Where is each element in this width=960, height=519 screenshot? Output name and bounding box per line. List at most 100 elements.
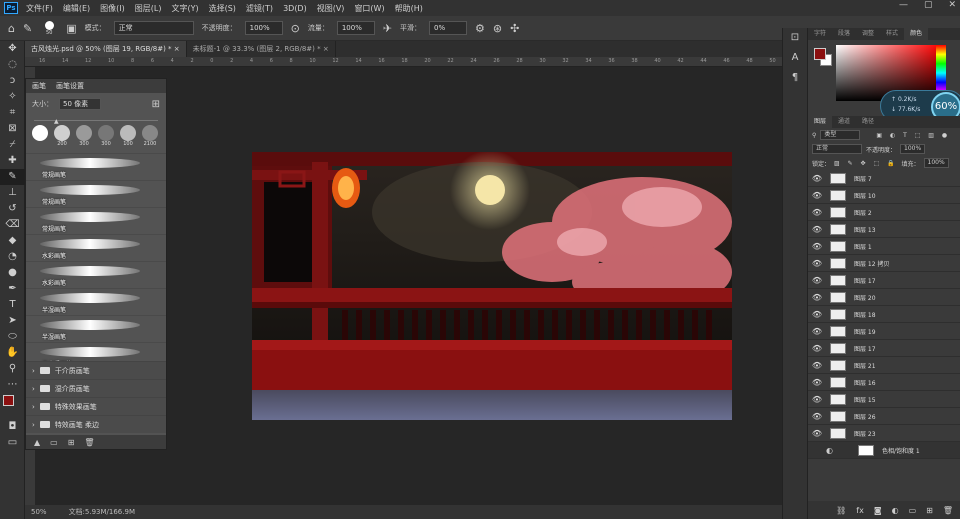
brush-settings-toggle-icon[interactable]: ▣ xyxy=(66,22,76,35)
visibility-eye-icon[interactable]: 👁 xyxy=(808,429,826,438)
pen-tool-icon[interactable]: ✒ xyxy=(0,281,25,297)
shape-tool-icon[interactable]: ⬭ xyxy=(0,329,25,345)
menu-3d[interactable]: 3D(D) xyxy=(283,4,307,13)
layer-opacity-field[interactable]: 100% xyxy=(900,144,926,154)
visibility-eye-icon[interactable]: 👁 xyxy=(808,191,826,200)
chevron-right-icon[interactable]: › xyxy=(32,421,35,429)
tab-document-2[interactable]: 未标题-1 @ 33.3% (图层 2, RGB/8#) * × xyxy=(186,41,336,57)
home-icon[interactable]: ⌂ xyxy=(8,22,15,35)
opacity-field[interactable]: 100% xyxy=(244,21,283,35)
eyedropper-tool-icon[interactable]: ⌿ xyxy=(0,137,25,153)
quick-select-tool-icon[interactable]: ✧ xyxy=(0,89,25,105)
tab-layers[interactable]: 图层 xyxy=(808,116,833,128)
visibility-eye-icon[interactable]: 👁 xyxy=(808,327,826,336)
tab-character[interactable]: 字符 xyxy=(808,28,832,40)
visibility-eye-icon[interactable]: 👁 xyxy=(808,259,826,268)
pressure-opacity-icon[interactable]: ⊙ xyxy=(291,22,300,35)
brush-preset[interactable]: 200 xyxy=(54,125,70,147)
new-brush-footer-icon[interactable]: ⊞ xyxy=(68,438,75,447)
menu-type[interactable]: 文字(Y) xyxy=(171,3,198,14)
tab-brushes[interactable]: 画笔 xyxy=(32,81,46,91)
visibility-eye-icon[interactable]: 👁 xyxy=(808,344,826,353)
menu-layer[interactable]: 图层(L) xyxy=(135,3,162,14)
brush-list-item[interactable]: 半湿画笔 xyxy=(26,288,166,315)
eraser-tool-icon[interactable]: ⌫ xyxy=(0,217,25,233)
brush-list-item[interactable]: 常规画笔 xyxy=(26,207,166,234)
lock-icons[interactable]: ▨ ✎ ✥ ⬚ 🔒 xyxy=(834,160,898,167)
layer-style-icon[interactable]: fx xyxy=(856,506,864,515)
delete-brush-icon[interactable]: 🗑 xyxy=(84,438,94,447)
layer-row[interactable]: 👁 图层 15 xyxy=(808,391,960,408)
link-layers-icon[interactable]: ⛓ xyxy=(836,506,846,515)
paragraph-panel-icon[interactable]: ¶ xyxy=(783,68,807,88)
menu-image[interactable]: 图像(I) xyxy=(100,3,125,14)
hand-tool-icon[interactable]: ✋ xyxy=(0,345,25,361)
tab-paragraph[interactable]: 段落 xyxy=(832,28,856,40)
quick-mask-icon[interactable]: ◘ xyxy=(0,419,25,435)
paint-bucket-tool-icon[interactable]: ◆ xyxy=(0,233,25,249)
more-tools-icon[interactable]: ⋯ xyxy=(0,377,25,393)
visibility-eye-icon[interactable]: 👁 xyxy=(808,293,826,302)
brush-tool-icon-active[interactable]: ✎ xyxy=(0,169,25,185)
menu-view[interactable]: 视图(V) xyxy=(317,3,345,14)
layer-row[interactable]: 👁 图层 16 xyxy=(808,374,960,391)
fill-field[interactable]: 100% xyxy=(923,158,949,168)
chevron-right-icon[interactable]: › xyxy=(32,385,35,393)
healing-tool-icon[interactable]: ✚ xyxy=(0,153,25,169)
layer-row[interactable]: 👁 图层 23 xyxy=(808,425,960,442)
layer-row[interactable]: 👁 图层 21 xyxy=(808,357,960,374)
visibility-eye-icon[interactable]: 👁 xyxy=(808,395,826,404)
blend-mode-select[interactable]: 正常 xyxy=(812,144,862,154)
brush-preset[interactable]: 2100 xyxy=(142,125,158,147)
visibility-eye-icon[interactable]: 👁 xyxy=(808,208,826,217)
brush-group[interactable]: › 干介质画笔 xyxy=(26,361,166,379)
layer-row[interactable]: 👁 图层 7 xyxy=(808,170,960,187)
brush-list-item[interactable]: 常规画笔 xyxy=(26,153,166,180)
brush-list-item[interactable]: 水彩画笔 xyxy=(26,234,166,261)
tab-styles[interactable]: 样式 xyxy=(880,28,904,40)
new-layer-icon[interactable]: ⊞ xyxy=(926,506,933,515)
brush-size-preset[interactable]: 50 xyxy=(40,20,58,36)
layer-row[interactable]: 👁 图层 17 xyxy=(808,272,960,289)
screen-mode-icon[interactable]: ▭ xyxy=(0,435,25,451)
brush-tool-icon[interactable]: ✎ xyxy=(23,22,32,35)
foreground-color[interactable] xyxy=(3,395,14,406)
character-panel-icon[interactable]: A xyxy=(783,48,807,68)
frame-tool-icon[interactable]: ⊠ xyxy=(0,121,25,137)
move-tool-icon[interactable]: ✥ xyxy=(0,41,25,57)
tab-adjustments[interactable]: 调整 xyxy=(856,28,880,40)
menu-help[interactable]: 帮助(H) xyxy=(395,3,423,14)
close-tab-icon[interactable]: × xyxy=(323,45,329,53)
layer-row[interactable]: 👁 图层 20 xyxy=(808,289,960,306)
brush-preset[interactable] xyxy=(32,125,48,141)
foreground-swatch[interactable] xyxy=(814,48,826,60)
visibility-eye-icon[interactable]: 👁 xyxy=(808,276,826,285)
minimize-button[interactable]: — xyxy=(899,0,908,10)
menu-filter[interactable]: 滤镜(T) xyxy=(246,3,273,14)
brush-group[interactable]: › 特殊效果画笔 xyxy=(26,397,166,415)
smoothing-options-gear-icon[interactable]: ⚙ xyxy=(475,22,485,35)
document-canvas[interactable] xyxy=(252,152,732,420)
size-slider[interactable]: ▲ xyxy=(34,115,158,125)
layer-row[interactable]: 👁 图层 19 xyxy=(808,323,960,340)
brush-preset[interactable]: 300 xyxy=(76,125,92,147)
layer-row[interactable]: 👁 图层 1 xyxy=(808,238,960,255)
chevron-right-icon[interactable]: › xyxy=(32,367,35,375)
tab-paths[interactable]: 路径 xyxy=(856,116,880,128)
menu-window[interactable]: 窗口(W) xyxy=(354,3,384,14)
zoom-level[interactable]: 50% xyxy=(31,505,47,519)
layer-filter-select[interactable]: 类型 xyxy=(820,130,861,140)
layer-row[interactable]: 👁 图层 26 xyxy=(808,408,960,425)
chevron-right-icon[interactable]: › xyxy=(32,403,35,411)
layer-row[interactable]: 👁 图层 17 xyxy=(808,340,960,357)
tab-color[interactable]: 颜色 xyxy=(904,28,929,40)
delete-layer-icon[interactable]: 🗑 xyxy=(943,506,953,515)
maximize-button[interactable]: ▢ xyxy=(924,0,933,10)
layer-row[interactable]: 👁 图层 10 xyxy=(808,187,960,204)
visibility-eye-icon[interactable]: 👁 xyxy=(808,242,826,251)
brush-group[interactable]: › 湿介质画笔 xyxy=(26,379,166,397)
brush-list-item[interactable]: 半湿画笔 xyxy=(26,315,166,342)
symmetry-butterfly-icon[interactable]: ✣ xyxy=(510,22,519,35)
mode-select[interactable]: 正常 xyxy=(113,21,194,35)
path-select-tool-icon[interactable]: ➤ xyxy=(0,313,25,329)
